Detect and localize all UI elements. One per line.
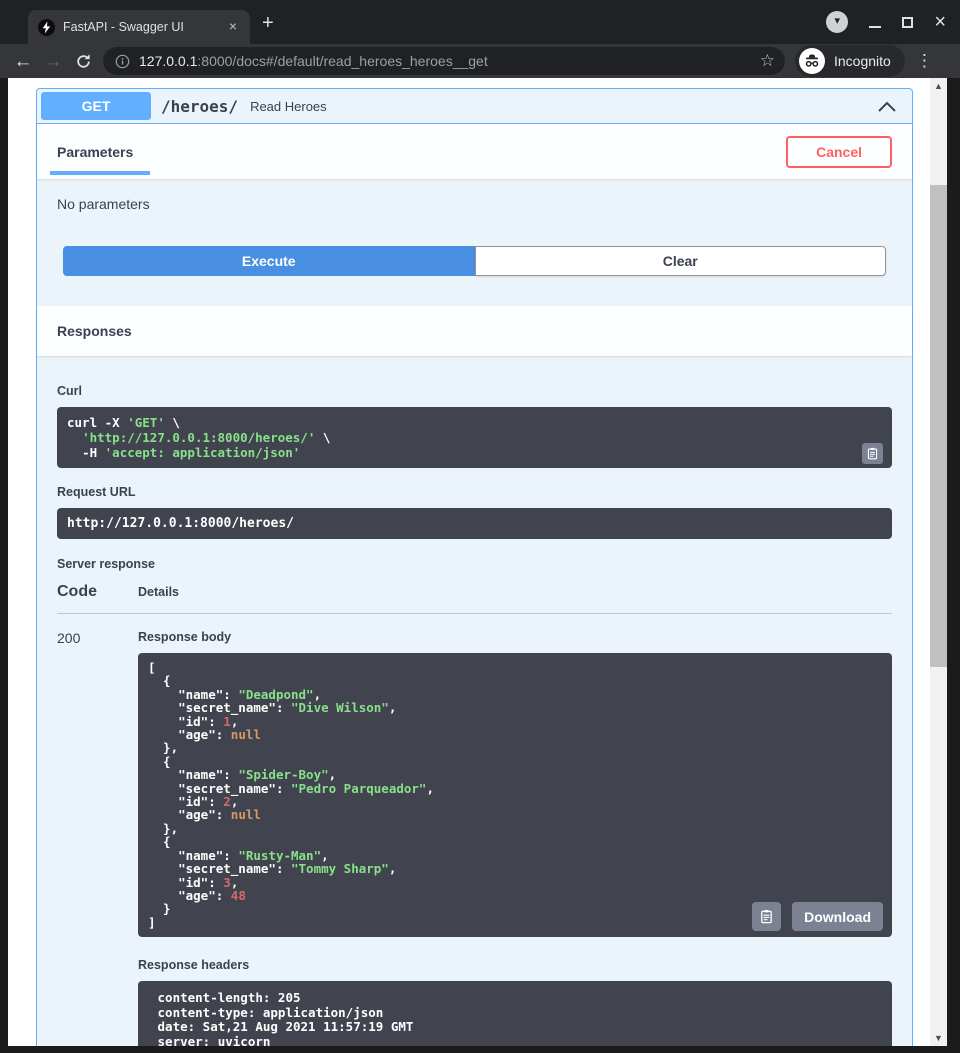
curl-label: Curl [57,384,892,398]
curl-command: curl -X 'GET' \ 'http://127.0.0.1:8000/h… [67,415,882,460]
site-info-icon[interactable] [115,54,130,69]
endpoint-summary: Read Heroes [250,99,876,114]
url-text[interactable]: 127.0.0.1:8000/docs#/default/read_heroes… [139,53,754,69]
response-body-block: [ { "name": "Deadpond", "secret_name": "… [138,653,892,937]
parameters-body: No parameters [37,179,912,246]
url-path: :8000/docs#/default/read_heroes_heroes__… [197,53,487,69]
window-close-icon[interactable]: × [934,13,946,31]
browser-window: FastAPI - Swagger UI × + ▾ × ← → 127. [0,0,960,1053]
execute-button[interactable]: Execute [63,246,475,276]
clear-button[interactable]: Clear [475,246,887,276]
opblock-get-heroes: GET /heroes/ Read Heroes Parameters Canc… [36,88,913,1046]
execute-row: Execute Clear [37,246,912,306]
tab-parameters[interactable]: Parameters [57,124,133,179]
reload-icon[interactable] [68,53,98,70]
maximize-icon[interactable] [902,17,913,28]
request-url-label: Request URL [57,485,892,499]
response-headers-block: content-length: 205 content-type: applic… [138,981,892,1046]
browser-menu-icon[interactable]: ⋮ [916,51,933,71]
details-column-header: Details [138,585,892,599]
parameters-title: Parameters [57,144,133,160]
responses-title: Responses [57,323,132,339]
scroll-up-icon[interactable]: ▲ [930,78,947,94]
request-url-block: http://127.0.0.1:8000/heroes/ [57,508,892,539]
incognito-badge: Incognito [795,45,905,77]
swagger-page: GET /heroes/ Read Heroes Parameters Canc… [8,78,947,1046]
incognito-label: Incognito [834,53,891,69]
active-tab-underline [50,171,150,175]
browser-titlebar: FastAPI - Swagger UI × + ▾ × [0,0,960,44]
responses-header: Responses [37,306,912,356]
server-response-label: Server response [57,557,892,571]
request-url-value: http://127.0.0.1:8000/heroes/ [67,516,882,531]
responses-inner: Curl curl -X 'GET' \ 'http://127.0.0.1:8… [37,356,912,1046]
copy-response-button[interactable] [752,902,781,931]
method-badge: GET [41,92,151,120]
minimize-icon[interactable] [869,17,881,28]
opblock-summary[interactable]: GET /heroes/ Read Heroes [37,89,912,124]
forward-icon: → [38,52,68,71]
cancel-button[interactable]: Cancel [786,136,892,168]
fastapi-favicon-icon [38,19,55,36]
browser-toolbar: ← → 127.0.0.1:8000/docs#/default/read_he… [0,44,960,78]
tab-search-icon[interactable]: ▾ [826,11,848,33]
response-headers-text: content-length: 205 content-type: applic… [150,991,880,1046]
curl-code-block: curl -X 'GET' \ 'http://127.0.0.1:8000/h… [57,407,892,468]
incognito-icon [799,48,825,74]
page-scrollbar[interactable]: ▲ ▼ [930,78,947,1046]
browser-tab[interactable]: FastAPI - Swagger UI × [28,10,250,44]
no-parameters-text: No parameters [57,196,150,212]
response-details: Response body [ { "name": "Deadpond", "s… [138,630,892,1046]
copy-curl-button[interactable] [862,443,883,464]
scroll-down-icon[interactable]: ▼ [930,1030,947,1046]
url-host: 127.0.0.1 [139,53,197,69]
page-content: GET /heroes/ Read Heroes Parameters Canc… [8,78,930,1046]
response-body-json: [ { "name": "Deadpond", "secret_name": "… [148,661,882,929]
collapse-chevron-icon[interactable] [876,98,898,114]
response-row-200: 200 Response body [ { "name": "Deadpond"… [57,614,892,1046]
response-headers-label: Response headers [138,958,892,972]
tab-title: FastAPI - Swagger UI [63,20,224,34]
response-body-label: Response body [138,630,892,644]
response-body-actions: Download [752,902,883,931]
new-tab-icon[interactable]: + [262,13,274,33]
clipboard-icon [759,909,774,924]
window-controls: ▾ × [826,0,960,44]
download-button[interactable]: Download [792,902,883,931]
status-code: 200 [57,630,138,1046]
code-column-header: Code [57,583,138,601]
back-icon[interactable]: ← [8,52,38,71]
clipboard-icon [866,447,879,460]
parameters-header: Parameters Cancel [37,124,912,179]
scrollbar-thumb[interactable] [930,185,947,667]
endpoint-path: /heroes/ [161,97,238,116]
bookmark-star-icon[interactable]: ☆ [760,51,775,71]
tab-close-icon[interactable]: × [224,18,242,36]
response-table-header: Code Details [57,583,892,614]
url-bar[interactable]: 127.0.0.1:8000/docs#/default/read_heroes… [103,47,785,75]
